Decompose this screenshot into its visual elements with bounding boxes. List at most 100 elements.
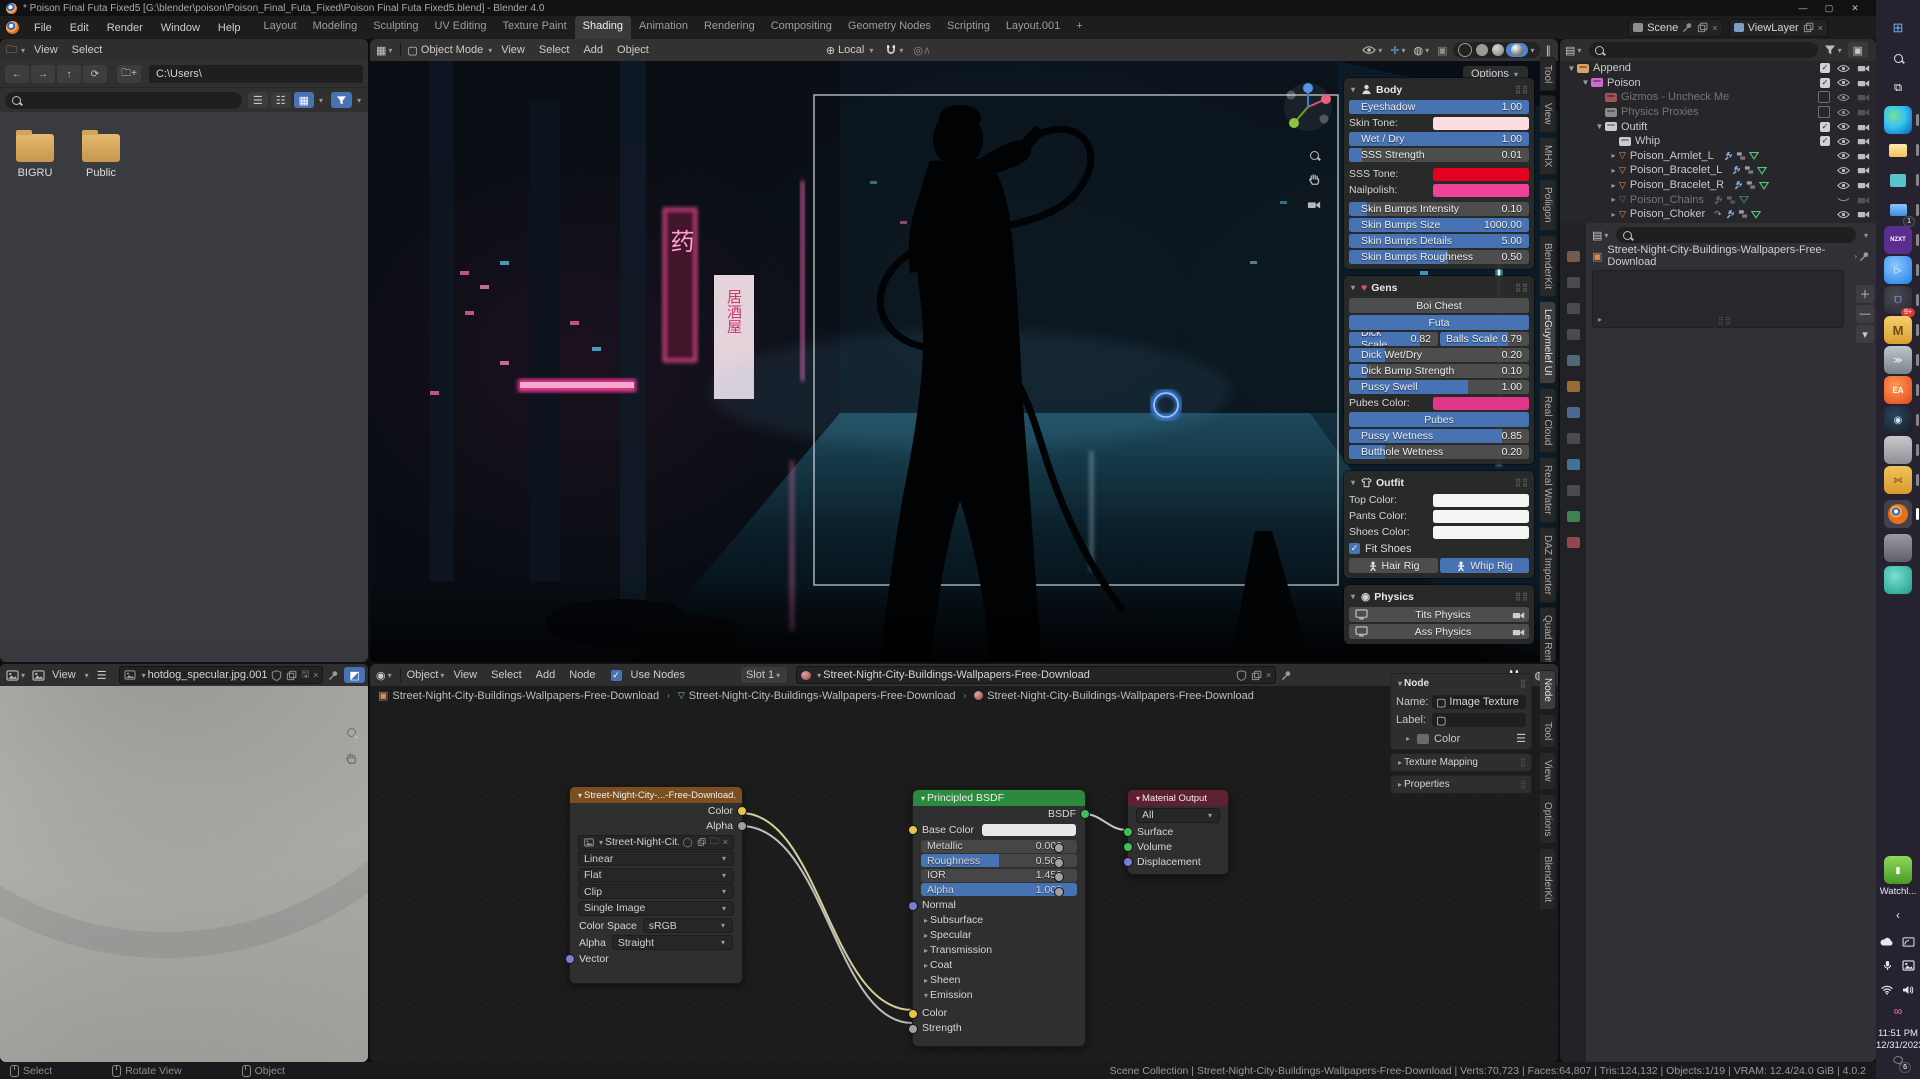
image-editor-type-icon[interactable] <box>6 669 19 681</box>
shading-rendered-active[interactable] <box>1506 43 1528 57</box>
shader-menu-node[interactable]: Node <box>562 669 602 681</box>
slider-skin-bumps-roughness[interactable]: Skin Bumps Roughness0.50 <box>1349 250 1529 264</box>
transform-orientation[interactable]: Local <box>838 44 864 56</box>
slider-dick-bump-strength[interactable]: Dick Bump Strength0.10 <box>1349 364 1529 378</box>
slider-butthole-wetness[interactable]: Butthole Wetness0.20 <box>1349 445 1529 459</box>
panel-gens-header[interactable]: ▾ ♥ Gens⣿⣿ <box>1349 279 1529 296</box>
tab-constraints[interactable] <box>1567 485 1580 496</box>
slider-skin-bumps-size[interactable]: Skin Bumps Size1000.00 <box>1349 218 1529 232</box>
checkbox-icon[interactable] <box>1818 91 1830 103</box>
shader-menu-view[interactable]: View <box>446 669 484 681</box>
browse-folder-icon[interactable]: 🗀 <box>710 834 719 850</box>
image-menu-view[interactable]: View <box>45 669 83 681</box>
color-pubes[interactable]: Pubes Color: <box>1349 396 1529 410</box>
alpha-output-socket[interactable] <box>737 821 747 831</box>
viewport-menu-view[interactable]: View <box>494 44 532 56</box>
color-output-socket[interactable] <box>737 806 747 816</box>
nzxt-cam-icon[interactable]: NZXT <box>1884 226 1912 254</box>
unlink-icon[interactable]: × <box>313 670 318 680</box>
section-emission[interactable]: ▾Emission <box>913 988 1085 1003</box>
camera-icon[interactable] <box>1857 165 1870 175</box>
surface-socket[interactable] <box>1123 827 1133 837</box>
tab-tool[interactable]: Tool <box>1540 57 1556 91</box>
image-datablock[interactable]: ▾ Street-Night-Cit... ◯ 🗀 × <box>578 835 734 850</box>
section-coat[interactable]: ▸Coat <box>913 958 1085 973</box>
hair-rig-button[interactable]: Hair Rig <box>1349 558 1438 573</box>
color-nailpolish[interactable]: Nailpolish: <box>1349 183 1529 197</box>
properties-search-input[interactable] <box>1616 227 1856 243</box>
slider-sss-strength[interactable]: SSS Strength0.01 <box>1349 148 1529 162</box>
forward-button[interactable]: → <box>31 65 55 83</box>
modifier-wrench-icon[interactable] <box>1731 165 1741 175</box>
copy-icon[interactable] <box>697 837 706 847</box>
outliner-row-armlet-l[interactable]: ▸▽ Poison_Armlet_L <box>1560 149 1876 164</box>
shading-material-icon[interactable] <box>1492 44 1504 56</box>
color-pants[interactable]: Pants Color: <box>1349 509 1529 523</box>
unlink-icon[interactable]: × <box>1266 670 1271 680</box>
camera-icon[interactable] <box>1857 209 1870 219</box>
slider-balls-scale[interactable]: Balls Scale0.79 <box>1440 332 1529 346</box>
tab-scene[interactable] <box>1567 329 1580 340</box>
tab-render[interactable] <box>1567 251 1580 262</box>
outliner-row-chains[interactable]: ▸▽ Poison_Chains <box>1560 192 1876 207</box>
tab-modifiers[interactable] <box>1567 407 1580 418</box>
breadcrumb-material[interactable]: Street-Night-City-Buildings-Wallpapers-F… <box>987 690 1254 702</box>
pack-icon[interactable]: 🖫 <box>301 667 309 683</box>
shader-type-selector[interactable]: Object <box>407 669 439 681</box>
proportional-editing-icon[interactable]: ◎ <box>913 44 923 57</box>
eye-icon[interactable] <box>1837 181 1850 190</box>
volume-socket[interactable] <box>1123 842 1133 852</box>
falloff-icon[interactable]: ∧ <box>923 44 931 57</box>
filebrowser-menu-view[interactable]: View <box>27 44 65 56</box>
skin-tone-swatch[interactable] <box>1433 117 1529 130</box>
modifier-wrench-icon[interactable] <box>1725 209 1735 219</box>
slider-skin-bumps-intensity[interactable]: Skin Bumps Intensity0.10 <box>1349 202 1529 216</box>
color-space-select[interactable]: sRGB▾ <box>643 918 733 933</box>
taskbar-search-button[interactable] <box>1884 44 1912 72</box>
mode-selector[interactable]: Object Mode <box>421 44 483 56</box>
pubes-toggle[interactable]: Pubes <box>1349 412 1529 427</box>
outliner-row-bracelet-r[interactable]: ▸▽ Poison_Bracelet_R <box>1560 178 1876 193</box>
image-preview[interactable] <box>0 686 368 1062</box>
camera-icon[interactable] <box>1857 78 1870 88</box>
outliner-search-input[interactable] <box>1589 42 1817 58</box>
bsdf-output-socket[interactable] <box>1080 809 1090 819</box>
node-color-row[interactable]: ▸ Color☰ <box>1404 732 1526 745</box>
emission-color-socket[interactable] <box>908 1009 918 1019</box>
edge-icon[interactable] <box>1884 106 1912 134</box>
tray-expand-chevron[interactable]: ‹ <box>1890 908 1906 922</box>
section-specular[interactable]: ▸Specular <box>913 928 1085 943</box>
fake-user-shield-icon[interactable] <box>1236 670 1247 681</box>
eye-icon[interactable] <box>1837 108 1850 117</box>
outliner-row-choker[interactable]: ▸▽ Poison_Choker ↷ <box>1560 207 1876 222</box>
refresh-button[interactable]: ⟳ <box>83 65 107 83</box>
blender-taskbar-icon[interactable] <box>1884 500 1912 528</box>
checkbox-icon[interactable] <box>1818 106 1830 118</box>
slider-pussy-wetness[interactable]: Pussy Wetness0.85 <box>1349 429 1529 443</box>
normal-socket[interactable] <box>908 901 918 911</box>
constraint-icon[interactable]: ↷ <box>1714 209 1722 220</box>
tab-compositing[interactable]: Compositing <box>763 16 840 39</box>
eye-closed-icon[interactable] <box>1837 195 1850 204</box>
minimize-button[interactable]: — <box>1790 3 1816 14</box>
alpha-mode-select[interactable]: Straight▾ <box>612 935 733 950</box>
checkbox-icon[interactable]: ✓ <box>1820 78 1830 88</box>
camera-icon[interactable] <box>1512 610 1525 620</box>
store-icon[interactable] <box>1884 166 1912 194</box>
blender-menu-icon[interactable] <box>6 21 19 34</box>
properties-type-icon[interactable]: ▤ <box>1592 229 1602 242</box>
section-sheen[interactable]: ▸Sheen <box>913 973 1085 988</box>
speaker-icon[interactable] <box>1900 982 1916 996</box>
discord-icon[interactable]: ᗜ9+ <box>1884 286 1912 314</box>
add-workspace-button[interactable]: + <box>1068 16 1090 39</box>
menu-file[interactable]: File <box>25 19 61 37</box>
ea-app-icon[interactable]: EA <box>1884 376 1912 404</box>
emission-strength-socket[interactable] <box>908 1024 918 1034</box>
tab-particles[interactable] <box>1567 433 1580 444</box>
panel-physics-header[interactable]: ▾ ◉ Physics⣿⣿ <box>1349 588 1529 605</box>
display-channels-button[interactable]: ◩ <box>344 667 364 683</box>
use-nodes-checkbox[interactable]: ✓ <box>611 670 622 681</box>
display-settings-chevron[interactable]: ▾ <box>319 96 323 105</box>
outliner-row-outift[interactable]: ▼ Outift ✓ <box>1560 119 1876 134</box>
material-slots-list[interactable]: ▸ ⣿⣿ <box>1592 270 1844 328</box>
